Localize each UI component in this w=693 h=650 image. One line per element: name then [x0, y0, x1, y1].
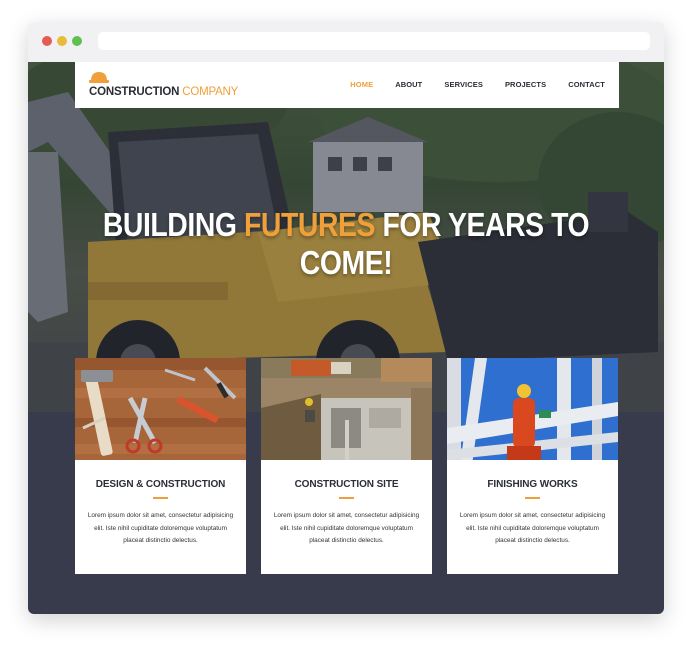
card-divider [525, 497, 540, 499]
page-viewport: BUILDING FUTURES FOR YEARS TO COME! CONS… [28, 62, 664, 614]
site-logo[interactable]: CONSTRUCTION COMPANY [89, 86, 238, 98]
hard-hat-icon [89, 72, 109, 83]
card-description: Lorem ipsum dolor sit amet, consectetur … [273, 512, 420, 544]
card-divider [339, 497, 354, 499]
card-title: FINISHING WORKS [487, 479, 578, 490]
card-description: Lorem ipsum dolor sit amet, consectetur … [459, 512, 606, 544]
hero-headline: BUILDING FUTURES FOR YEARS TO COME! [73, 206, 620, 282]
close-window-dot[interactable] [42, 36, 52, 46]
card-image-construction-site [261, 358, 432, 460]
site-navbar: CONSTRUCTION COMPANY HOME ABOUT SERVICES… [75, 62, 619, 108]
logo-text-strong: CONSTRUCTION [89, 86, 180, 98]
hero-headline-accent: FUTURES [244, 206, 376, 243]
card-title: CONSTRUCTION SITE [294, 479, 399, 490]
logo-text-light: COMPANY [179, 86, 239, 98]
nav-services[interactable]: SERVICES [444, 80, 483, 89]
card-title: DESIGN & CONSTRUCTION [95, 479, 226, 490]
address-bar[interactable] [98, 32, 650, 50]
service-card-design[interactable]: DESIGN & CONSTRUCTION Lorem ipsum dolor … [75, 358, 246, 574]
nav-contact[interactable]: CONTACT [568, 80, 605, 89]
card-description: Lorem ipsum dolor sit amet, consectetur … [87, 512, 234, 544]
card-image-steel-worker [447, 358, 618, 460]
card-divider [153, 497, 168, 499]
hero-headline-part1: BUILDING [102, 206, 245, 243]
service-card-finishing[interactable]: FINISHING WORKS Lorem ipsum dolor sit am… [447, 358, 618, 574]
maximize-window-dot[interactable] [72, 36, 82, 46]
main-nav: HOME ABOUT SERVICES PROJECTS CONTACT [328, 80, 605, 89]
nav-about[interactable]: ABOUT [395, 80, 422, 89]
nav-projects[interactable]: PROJECTS [505, 80, 546, 89]
nav-home[interactable]: HOME [350, 80, 373, 89]
minimize-window-dot[interactable] [57, 36, 67, 46]
browser-window: BUILDING FUTURES FOR YEARS TO COME! CONS… [28, 22, 664, 614]
service-card-site[interactable]: CONSTRUCTION SITE Lorem ipsum dolor sit … [261, 358, 432, 574]
card-image-tools [75, 358, 246, 460]
browser-chrome [28, 22, 664, 62]
